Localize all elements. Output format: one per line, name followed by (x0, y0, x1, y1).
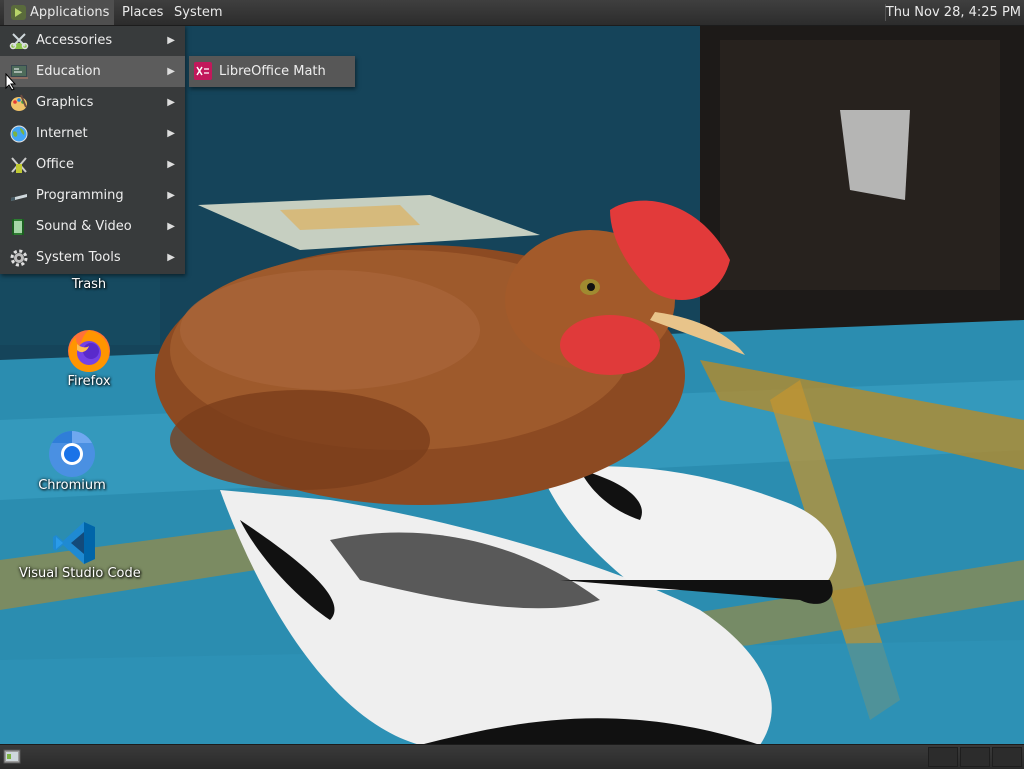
menu-item-sound-video[interactable]: Sound & Video ▶ (0, 211, 185, 242)
sound-video-icon (12, 219, 24, 235)
menu-item-label: Accessories (36, 33, 113, 48)
menu-item-programming[interactable]: Programming ▶ (0, 180, 185, 211)
menu-item-label: Programming (36, 188, 124, 203)
applications-icon (11, 5, 26, 20)
menu-item-education[interactable]: Education ▶ (0, 56, 185, 87)
submenu-arrow-icon: ▶ (167, 128, 175, 139)
graphics-icon (11, 94, 27, 111)
system-tools-icon (10, 249, 28, 267)
menu-item-label: Internet (36, 126, 88, 141)
education-submenu: LibreOffice Math (189, 56, 355, 87)
desktop-icon-label: Chromium (38, 478, 106, 493)
menu-item-label: System Tools (36, 250, 121, 265)
desktop-icon-label: Firefox (67, 374, 111, 389)
menu-item-office[interactable]: Office ▶ (0, 149, 185, 180)
menu-item-label: Education (36, 64, 101, 79)
desktop-icon-vscode[interactable]: Visual Studio Code (19, 520, 141, 581)
submenu-item-libreoffice-math[interactable]: LibreOffice Math (189, 56, 355, 87)
desktop-icon-firefox[interactable]: Firefox (34, 326, 144, 389)
show-desktop-icon[interactable] (2, 748, 22, 766)
menu-item-system-tools[interactable]: System Tools ▶ (0, 242, 185, 273)
applications-menu: Accessories ▶ Education ▶ Graphics ▶ Int… (0, 25, 185, 274)
submenu-arrow-icon: ▶ (167, 66, 175, 77)
internet-icon (10, 125, 28, 143)
workspace-2[interactable] (960, 747, 990, 767)
menu-item-internet[interactable]: Internet ▶ (0, 118, 185, 149)
desktop-icon-trash[interactable]: Trash (34, 277, 144, 292)
desktop-icon-label: Visual Studio Code (19, 566, 141, 581)
office-icon (11, 157, 27, 173)
libreoffice-math-icon (194, 62, 212, 80)
menu-item-accessories[interactable]: Accessories ▶ (0, 25, 185, 56)
firefox-icon (68, 330, 110, 372)
submenu-arrow-icon: ▶ (167, 252, 175, 263)
vscode-icon (53, 522, 95, 564)
clock[interactable]: Thu Nov 28, 4:25 PM (886, 0, 1021, 25)
accessories-icon (9, 33, 29, 50)
submenu-arrow-icon: ▶ (167, 35, 175, 46)
desktop-icon-chromium[interactable]: Chromium (17, 430, 127, 493)
menu-item-label: Graphics (36, 95, 94, 110)
desktop-icon-label: Trash (71, 277, 107, 292)
applications-menu-button[interactable]: Applications (4, 0, 115, 25)
programming-icon (11, 194, 27, 201)
menu-item-label: Sound & Video (36, 219, 132, 234)
workspace-3[interactable] (992, 747, 1022, 767)
submenu-item-label: LibreOffice Math (219, 64, 326, 79)
workspace-1[interactable] (928, 747, 958, 767)
menu-item-graphics[interactable]: Graphics ▶ (0, 87, 185, 118)
places-menu-button[interactable]: Places (117, 0, 168, 25)
menu-item-label: Office (36, 157, 74, 172)
mouse-pointer-icon (5, 73, 17, 91)
system-menu-button[interactable]: System (169, 0, 227, 25)
top-panel: Applications Places System Thu Nov 28, 4… (0, 0, 1024, 26)
bottom-panel (0, 744, 1024, 769)
applications-label: Applications (30, 5, 110, 20)
submenu-arrow-icon: ▶ (167, 159, 175, 170)
submenu-arrow-icon: ▶ (167, 190, 175, 201)
chromium-icon (49, 431, 95, 477)
submenu-arrow-icon: ▶ (167, 221, 175, 232)
submenu-arrow-icon: ▶ (167, 97, 175, 108)
